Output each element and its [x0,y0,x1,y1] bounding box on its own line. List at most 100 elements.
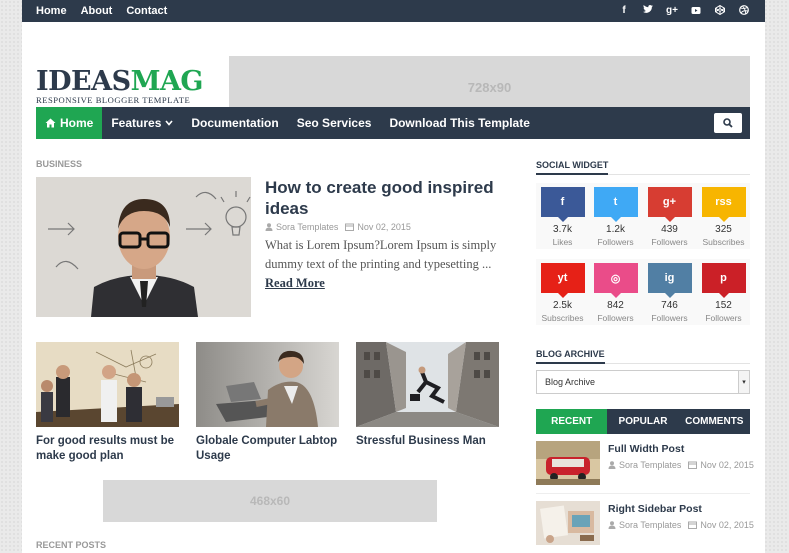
calendar-icon [688,461,698,469]
search-button[interactable] [714,113,742,133]
recent-post-date-1: Nov 02, 2015 [700,460,754,470]
calendar-icon [345,223,355,231]
social-instagram[interactable]: ig 746 Followers [643,263,696,323]
page: Home About Contact f g+ IDEASMAG RESPONS… [22,0,765,553]
post-image-3[interactable] [356,342,499,427]
nav-item-features[interactable]: Features [102,107,182,139]
google-plus-icon[interactable]: g+ [665,5,679,18]
dribbble-icon: ◎ [593,263,638,298]
post-image-2[interactable] [196,342,339,427]
social-twitter[interactable]: t 1.2k Followers [589,187,642,247]
site-logo[interactable]: IDEASMAG RESPONSIVE BLOGGER TEMPLATE [36,66,204,105]
sidebar-title-social: SOCIAL WIDGET [536,160,750,175]
recent-post-title-1[interactable]: Full Width Post [608,443,684,455]
dribbble-icon[interactable] [737,4,751,18]
nav-item-download[interactable]: Download This Template [380,107,538,139]
featured-post-title[interactable]: How to create good inspired ideas [265,177,515,219]
social-count: 746 [661,300,678,311]
recent-post-title-2[interactable]: Right Sidebar Post [608,503,702,515]
facebook-icon[interactable]: f [617,5,631,18]
recent-post-meta-1: Sora Templates Nov 02, 2015 [608,460,754,470]
top-social-icons: f g+ [617,4,751,18]
social-count: 2.5k [553,300,572,311]
top-bar: Home About Contact f g+ [22,0,765,22]
sidebar-title-social-text: SOCIAL WIDGET [536,160,609,175]
read-more-link[interactable]: Read More [265,276,325,290]
pinterest-icon: p [701,263,746,298]
sidebar-tabs: RECENT POPULAR COMMENTS [536,409,750,434]
home-icon [45,118,56,128]
ad-banner-468[interactable]: 468x60 [103,480,437,522]
section-label-business[interactable]: BUSINESS [36,159,82,169]
recent-post-author-1[interactable]: Sora Templates [619,460,681,470]
main-nav: Home Features Documentation Seo Services… [36,107,750,139]
recent-post-date-2: Nov 02, 2015 [700,520,754,530]
user-icon [608,521,616,529]
nav-item-home[interactable]: Home [36,107,103,139]
social-youtube[interactable]: yt 2.5k Subscribes [536,263,589,323]
featured-post-date: Nov 02, 2015 [357,222,411,232]
top-link-contact[interactable]: Contact [126,5,167,17]
recent-post-image-2[interactable] [536,501,600,545]
social-pinterest[interactable]: p 152 Followers [697,263,750,323]
chevron-down-icon [165,120,173,126]
social-facebook[interactable]: f 3.7k Likes [536,187,589,247]
social-dribbble[interactable]: ◎ 842 Followers [589,263,642,323]
social-google-plus[interactable]: g+ 439 Followers [643,187,696,247]
tab-comments[interactable]: COMMENTS [679,409,750,434]
top-link-about[interactable]: About [81,5,113,17]
youtube-icon: yt [540,263,585,298]
post-title-1[interactable]: For good results must be make good plan [36,434,181,464]
twitter-icon[interactable] [641,4,655,18]
calendar-icon [688,521,698,529]
social-label: Followers [651,313,688,323]
sidebar-title-archive: BLOG ARCHIVE [536,349,750,364]
top-links: Home About Contact [36,5,167,17]
social-label: Likes [552,237,573,247]
user-icon [608,461,616,469]
blog-archive-select[interactable]: Blog Archive ▾ [536,370,750,394]
social-count: 3.7k [553,224,572,235]
featured-post-author[interactable]: Sora Templates [276,222,338,232]
recent-post-author-2[interactable]: Sora Templates [619,520,681,530]
nav-item-documentation[interactable]: Documentation [182,107,287,139]
header: IDEASMAG RESPONSIVE BLOGGER TEMPLATE 728… [22,22,765,118]
social-label: Followers [597,313,634,323]
featured-post-excerpt-text: What is Lorem Ipsum?Lorem Ipsum is simpl… [265,238,497,271]
user-icon [265,223,273,231]
social-count: 1.2k [606,224,625,235]
rss-icon: rss [701,187,746,222]
facebook-icon: f [540,187,585,222]
recent-post-divider [536,493,750,494]
top-link-home[interactable]: Home [36,5,67,17]
codepen-icon[interactable] [713,4,727,18]
social-count: 842 [607,300,624,311]
tab-recent[interactable]: RECENT [536,409,608,434]
logo-tagline: RESPONSIVE BLOGGER TEMPLATE [36,95,191,105]
post-image-1[interactable] [36,342,179,427]
youtube-icon[interactable] [689,5,703,18]
featured-post-image[interactable] [36,177,251,317]
post-title-3[interactable]: Stressful Business Man [356,434,501,449]
social-label: Followers [597,237,634,247]
search-icon [723,118,733,128]
featured-post-excerpt: What is Lorem Ipsum?Lorem Ipsum is simpl… [265,236,505,293]
post-title-2[interactable]: Globale Computer Labtop Usage [196,434,341,464]
google-plus-icon: g+ [647,187,692,222]
social-rss[interactable]: rss 325 Subscribes [697,187,750,247]
logo-name-ideas: IDEAS [36,66,131,97]
social-count: 439 [661,224,678,235]
twitter-icon: t [593,187,638,222]
select-arrow-icon: ▾ [738,371,749,393]
logo-name-mag: MAG [130,66,204,97]
social-count: 325 [715,224,732,235]
blog-archive-select-value: Blog Archive [545,377,596,387]
social-label: Followers [651,237,688,247]
sidebar-title-archive-text: BLOG ARCHIVE [536,349,605,364]
nav-item-seo-services[interactable]: Seo Services [288,107,381,139]
recent-post-image-1[interactable] [536,441,600,485]
nav-item-features-label: Features [111,116,162,130]
recent-post-meta-2: Sora Templates Nov 02, 2015 [608,520,754,530]
nav-item-home-label: Home [60,116,94,130]
tab-popular[interactable]: POPULAR [607,409,678,434]
